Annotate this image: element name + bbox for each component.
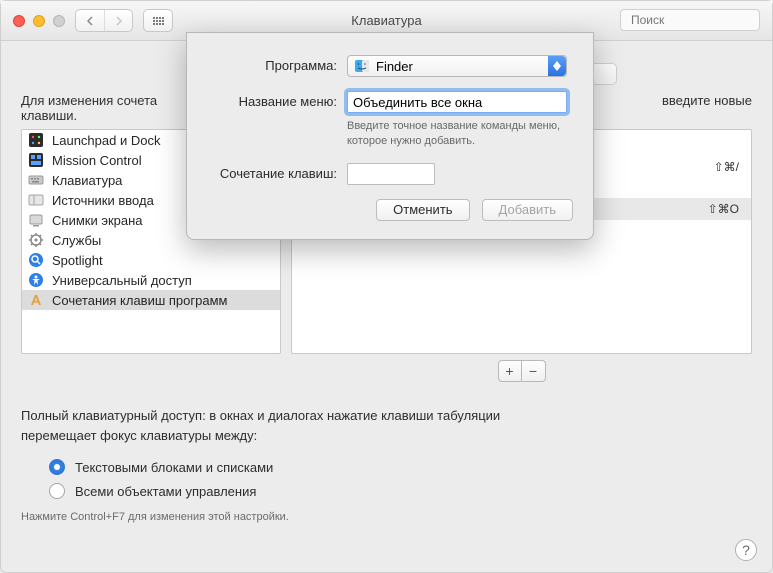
appshortcuts-icon bbox=[28, 292, 44, 308]
radio-indicator bbox=[49, 459, 65, 475]
back-button[interactable] bbox=[76, 10, 104, 31]
radio-label: Текстовыми блоками и списками bbox=[75, 460, 273, 475]
sidebar-item-appshortcuts[interactable]: Сочетания клавиш программ bbox=[22, 290, 280, 310]
zoom-window-button[interactable] bbox=[53, 15, 65, 27]
help-button[interactable]: ? bbox=[735, 539, 757, 561]
grid-icon bbox=[153, 17, 164, 25]
search-field[interactable] bbox=[620, 9, 760, 31]
add-button[interactable]: Добавить bbox=[482, 199, 573, 221]
sidebar-item-label: Снимки экрана bbox=[52, 213, 143, 228]
menu-title-label: Название меню: bbox=[207, 91, 337, 109]
mission-icon bbox=[28, 152, 44, 168]
shortcut-keys: ⇧⌘/ bbox=[714, 160, 739, 174]
radio-all-controls[interactable]: Всеми объектами управления bbox=[21, 479, 752, 503]
sidebar-item-label: Spotlight bbox=[52, 253, 103, 268]
sidebar-item-label: Источники ввода bbox=[52, 193, 154, 208]
show-all-button[interactable] bbox=[143, 9, 173, 32]
forward-button[interactable] bbox=[104, 10, 132, 31]
close-window-button[interactable] bbox=[13, 15, 25, 27]
input-icon bbox=[28, 192, 44, 208]
sidebar-item-accessibility[interactable]: Универсальный доступ bbox=[22, 270, 280, 290]
sidebar-item-label: Клавиатура bbox=[52, 173, 122, 188]
shortcut-keys: ⇧⌘O bbox=[708, 202, 739, 216]
preferences-window: Клавиатура Для изменения сочета введите … bbox=[0, 0, 773, 573]
app-label: Программа: bbox=[207, 55, 337, 73]
minimize-window-button[interactable] bbox=[33, 15, 45, 27]
sidebar-item-label: Службы bbox=[52, 233, 101, 248]
screenshots-icon bbox=[28, 212, 44, 228]
nav-back-forward bbox=[75, 9, 133, 32]
services-icon bbox=[28, 232, 44, 248]
radio-text-boxes[interactable]: Текстовыми блоками и списками bbox=[21, 455, 752, 479]
sidebar-item-label: Сочетания клавиш программ bbox=[52, 293, 227, 308]
menu-title-help: Введите точное название команды меню, ко… bbox=[347, 119, 567, 149]
accessibility-icon bbox=[28, 272, 44, 288]
popup-arrows-icon bbox=[548, 56, 566, 76]
add-shortcut-button[interactable]: + bbox=[498, 360, 522, 382]
sidebar-item-spotlight[interactable]: Spotlight bbox=[22, 250, 280, 270]
radio-label: Всеми объектами управления bbox=[75, 484, 256, 499]
full-keyboard-access-text: Полный клавиатурный доступ: в окнах и ди… bbox=[21, 406, 752, 445]
traffic-lights bbox=[13, 15, 65, 27]
cancel-button[interactable]: Отменить bbox=[376, 199, 469, 221]
finder-icon bbox=[354, 58, 370, 74]
sidebar-item-label: Mission Control bbox=[52, 153, 142, 168]
shortcut-input[interactable] bbox=[347, 163, 435, 185]
search-input[interactable] bbox=[631, 13, 773, 27]
launchpad-icon bbox=[28, 132, 44, 148]
application-popup[interactable]: Finder bbox=[347, 55, 567, 77]
add-shortcut-sheet: Программа: Finder Название меню: В bbox=[186, 32, 594, 240]
control-f7-hint: Нажмите Control+F7 для изменения этой на… bbox=[21, 511, 752, 523]
sidebar-item-label: Универсальный доступ bbox=[52, 273, 192, 288]
radio-indicator bbox=[49, 483, 65, 499]
sidebar-item-label: Launchpad и Dock bbox=[52, 133, 160, 148]
menu-title-input[interactable] bbox=[347, 91, 567, 113]
remove-shortcut-button[interactable]: − bbox=[522, 360, 546, 382]
add-remove-controls: + − bbox=[21, 354, 752, 382]
keyboard-icon bbox=[28, 172, 44, 188]
spotlight-icon bbox=[28, 252, 44, 268]
application-value: Finder bbox=[376, 59, 413, 74]
shortcut-label: Сочетание клавиш: bbox=[207, 163, 337, 181]
